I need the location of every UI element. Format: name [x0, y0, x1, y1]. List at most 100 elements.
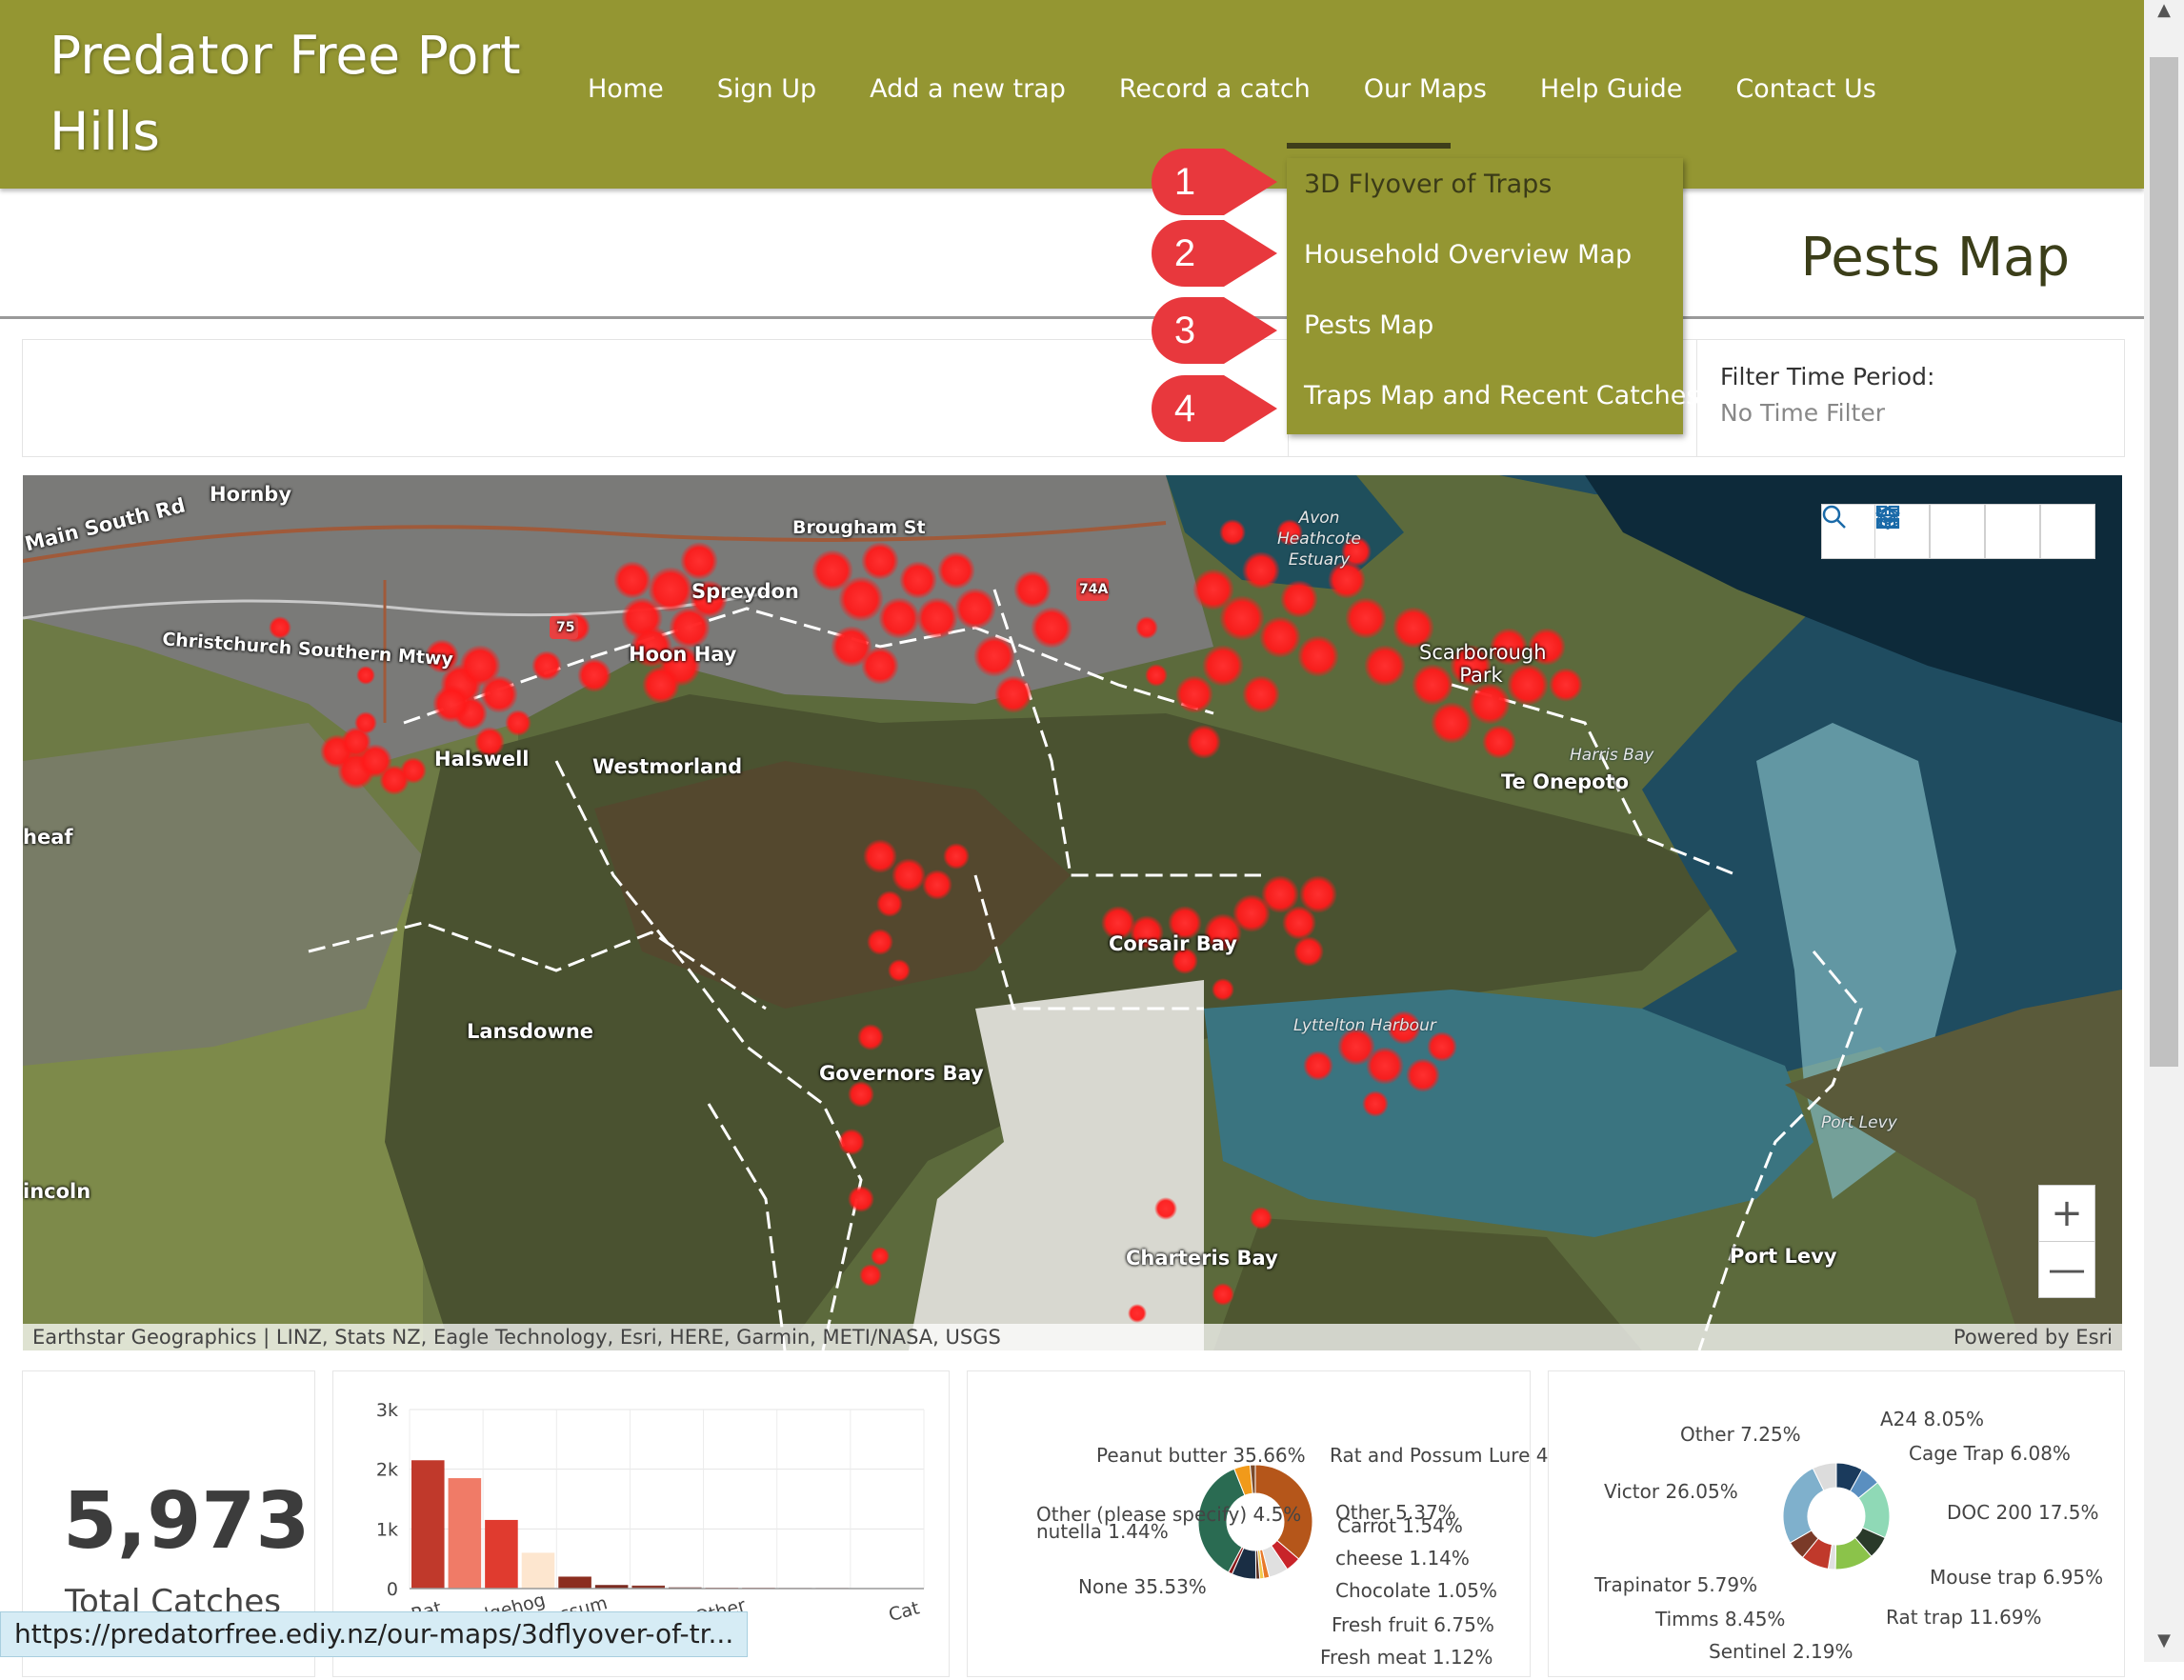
pie-label-doc200: DOC 200 17.5% — [1947, 1501, 2099, 1524]
map-attribution: Earthstar Geographics | LINZ, Stats NZ, … — [23, 1324, 2122, 1350]
map-label-harris-bay: Harris Bay — [1570, 746, 1653, 765]
active-nav-indicator — [1287, 143, 1451, 149]
pie-label-a24: A24 8.05% — [1880, 1408, 1984, 1430]
pie-label-none: None 35.53% — [1078, 1575, 1207, 1598]
map-label-hoon-hay: Hoon Hay — [629, 643, 736, 666]
map-label-lansdowne: Lansdowne — [467, 1020, 593, 1043]
pie-label-other-trap: Other 7.25% — [1680, 1423, 1801, 1446]
trap-type-pie-card: A24 8.05% Cage Trap 6.08% DOC 200 17.5% … — [1548, 1370, 2125, 1677]
bait-pie-card: Peanut butter 35.66% Rat and Possum Lure… — [967, 1370, 1531, 1677]
pie-label-victor: Victor 26.05% — [1604, 1480, 1738, 1503]
powered-by-esri[interactable]: Powered by Esri — [1954, 1324, 2113, 1350]
nav-sign-up[interactable]: Sign Up — [717, 74, 816, 104]
filter-time-label: Filter Time Period: — [1720, 363, 1934, 390]
pie-label-rat: Rat trap 11.69% — [1886, 1606, 2042, 1629]
pie-label-fresh-meat: Fresh meat 1.12% — [1320, 1646, 1493, 1669]
map-label-spreydon: Spreydon — [691, 580, 799, 603]
bar-y-tick: 2k — [376, 1460, 398, 1481]
site-title[interactable]: Predator Free Port Hills — [50, 17, 526, 170]
bar-y-tick: 3k — [376, 1400, 398, 1421]
pie-label-timms: Timms 8.45% — [1655, 1608, 1785, 1630]
map-label-brougham-st: Brougham St — [792, 517, 926, 538]
nav-add-trap[interactable]: Add a new trap — [870, 74, 1066, 104]
map-label-lincoln: incoln — [23, 1180, 90, 1203]
nav-help-guide[interactable]: Help Guide — [1540, 74, 1682, 104]
dropdown-item-3d-flyover[interactable]: 3D Flyover of Traps — [1304, 170, 1552, 199]
nav-home[interactable]: Home — [588, 74, 664, 104]
zoom-control: + — — [2038, 1185, 2095, 1298]
our-maps-dropdown: 3D Flyover of Traps Household Overview M… — [1287, 158, 1683, 434]
pie-label-cheese: cheese 1.14% — [1335, 1547, 1470, 1570]
filter-time-select[interactable]: No Time Filter — [1720, 399, 1885, 427]
main-nav: Home Sign Up Add a new trap Record a cat… — [588, 74, 1930, 104]
bar-y-tick: 1k — [376, 1519, 398, 1540]
map-label-lyttelton-harbour: Lyttelton Harbour — [1293, 1016, 1436, 1035]
callout-4: 4 — [1148, 371, 1281, 446]
pie-label-carrot: Carrot 1.54% — [1337, 1514, 1463, 1537]
zoom-out-button[interactable]: — — [2039, 1242, 2094, 1297]
pie-label-nutella: nutella 1.44% — [1036, 1520, 1169, 1543]
layers-icon[interactable] — [1985, 504, 2040, 559]
callout-number: 3 — [1148, 293, 1222, 368]
scroll-thumb[interactable] — [2150, 57, 2178, 1067]
callout-number: 4 — [1148, 371, 1222, 446]
map-label-scarborough-park: Scarborough Park — [1419, 641, 1543, 687]
map-label-governors-bay: Governors Bay — [819, 1062, 984, 1085]
pie-label-mouse: Mouse trap 6.95% — [1930, 1566, 2103, 1589]
dropdown-item-traps-map[interactable]: Traps Map and Recent Catches — [1304, 381, 1699, 410]
bar[interactable] — [522, 1552, 555, 1589]
nav-contact-us[interactable]: Contact Us — [1735, 74, 1875, 104]
dropdown-item-pests-map[interactable]: Pests Map — [1304, 310, 1433, 340]
callout-number: 2 — [1148, 216, 1222, 290]
plus-icon: + — [2051, 1191, 2083, 1235]
scroll-down-icon[interactable]: ▼ — [2144, 1630, 2184, 1659]
map-label-hornby: Hornby — [210, 483, 291, 506]
filter-panel: Filter Time Period: No Time Filter — [22, 339, 2125, 457]
legend-icon[interactable] — [1930, 504, 1985, 559]
dropdown-item-household-overview[interactable]: Household Overview Map — [1304, 240, 1632, 270]
minus-icon: — — [2048, 1248, 2086, 1291]
pie-label-peanut: Peanut butter 35.66% — [1096, 1444, 1306, 1467]
callout-1: 1 — [1148, 145, 1281, 219]
callout-2: 2 — [1148, 216, 1281, 290]
zoom-in-button[interactable]: + — [2039, 1186, 2094, 1242]
bar[interactable] — [558, 1576, 591, 1589]
bar[interactable] — [411, 1460, 445, 1589]
map-search-tool — [1821, 504, 1876, 559]
pie-label-cage: Cage Trap 6.08% — [1909, 1442, 2071, 1465]
map-label-avon-heathcote-estuary: Avon Heathcote Estuary — [1257, 508, 1381, 570]
header-divider — [0, 316, 2144, 319]
callout-3: 3 — [1148, 293, 1281, 368]
map-imagery — [23, 475, 2122, 1350]
basemap-icon[interactable] — [2040, 504, 2095, 559]
pie-label-chocolate: Chocolate 1.05% — [1335, 1579, 1497, 1602]
nav-record-catch[interactable]: Record a catch — [1119, 74, 1311, 104]
pests-map[interactable]: Hornby Main South Rd Brougham St Avon He… — [23, 475, 2122, 1350]
map-label-halswell: Halswell — [434, 748, 529, 770]
map-label-te-onepoto: Te Onepoto — [1501, 770, 1629, 793]
total-catches-value: 5,973 — [63, 1476, 310, 1567]
map-label-port-levy: Port Levy — [1730, 1245, 1837, 1268]
pie-label-fresh-fruit: Fresh fruit 6.75% — [1332, 1613, 1494, 1636]
trap-type-donut-chart — [1549, 1371, 2124, 1676]
nav-our-maps[interactable]: Our Maps — [1364, 74, 1487, 104]
search-icon[interactable] — [1821, 504, 1876, 559]
pie-label-trapinator: Trapinator 5.79% — [1594, 1573, 1757, 1596]
map-label-westmorland: Westmorland — [592, 755, 742, 778]
attribution-text: Earthstar Geographics | LINZ, Stats NZ, … — [32, 1324, 1001, 1350]
pie-label-sentinel: Sentinel 2.19% — [1709, 1640, 1853, 1663]
bar-x-tick: Cat — [887, 1597, 922, 1626]
bar[interactable] — [449, 1478, 482, 1589]
route-74a-label: 74A — [1079, 582, 1108, 597]
map-label-charteris-bay: Charteris Bay — [1126, 1247, 1278, 1270]
page-title: Pests Map — [1800, 227, 2070, 289]
map-label-corsair-bay: Corsair Bay — [1109, 932, 1237, 955]
status-bar-url: https://predatorfree.ediy.nz/our-maps/3d… — [0, 1611, 748, 1657]
donut-slice[interactable] — [1783, 1469, 1824, 1543]
site-header: Predator Free Port Hills Home Sign Up Ad… — [0, 0, 2144, 189]
bar-y-tick: 0 — [387, 1579, 398, 1600]
scroll-up-icon[interactable]: ▲ — [2144, 0, 2184, 29]
bar[interactable] — [485, 1520, 518, 1589]
map-label-port-levy-water: Port Levy — [1821, 1113, 1897, 1132]
map-label-sheaf: heaf — [23, 826, 73, 849]
